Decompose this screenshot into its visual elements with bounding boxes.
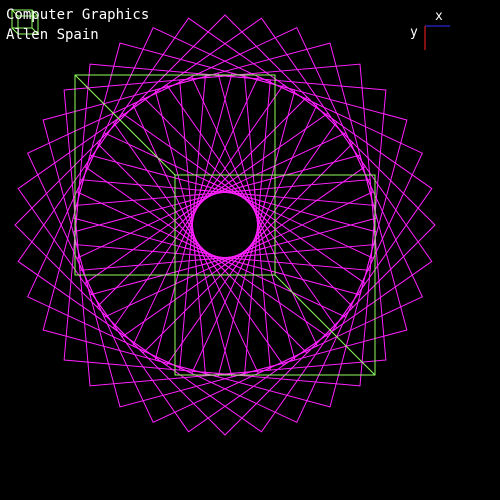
axis-y-label: y [410, 25, 418, 40]
pattern-square [154, 42, 378, 266]
pattern-square [178, 96, 436, 354]
scene-canvas [11, 9, 450, 436]
pattern-square [72, 42, 296, 266]
pattern-square [72, 184, 296, 408]
pattern-square [96, 14, 354, 272]
graphics-viewport[interactable]: Computer Graphics Allen Spain x y [0, 0, 500, 500]
pattern-square [154, 184, 378, 408]
pattern-square [184, 154, 408, 378]
pattern-square [42, 72, 266, 296]
axes-gizmo [424, 25, 450, 50]
author-text: Allen Spain [6, 27, 99, 43]
green-square-connector [74, 74, 176, 176]
pattern-square [14, 96, 272, 354]
window-title-text: Computer Graphics [6, 7, 150, 23]
pattern-square [42, 154, 266, 378]
pattern-square [184, 72, 408, 296]
pattern-square [96, 178, 354, 436]
green-square-connector [274, 274, 376, 376]
axis-x-label: x [435, 9, 443, 24]
